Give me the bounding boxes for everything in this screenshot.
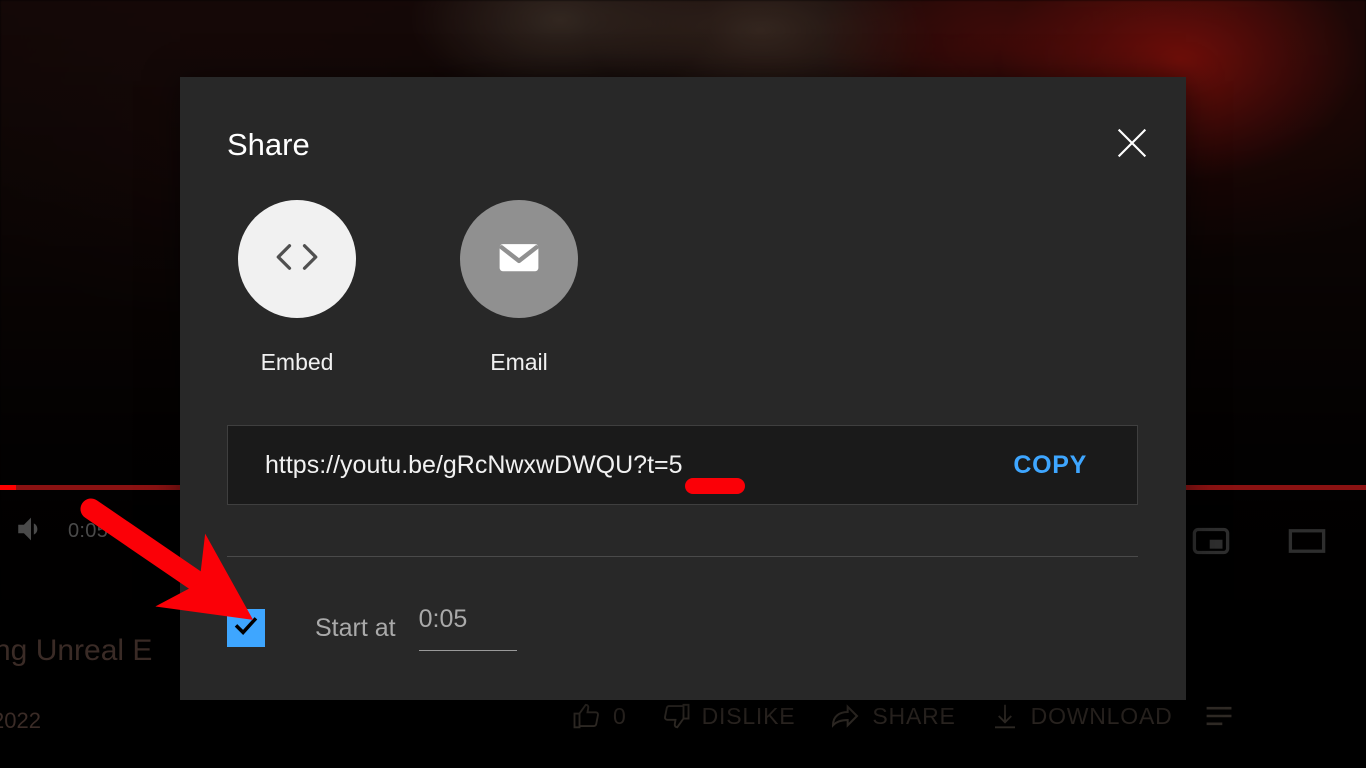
close-icon (1112, 123, 1152, 168)
share-url-value: https://youtu.be/gRcNwxwDWQU?t=5 (265, 450, 683, 479)
code-brackets-icon (267, 227, 327, 292)
download-icon (990, 701, 1020, 731)
video-action-bar: 0 DISLIKE SHARE DOWNLOAD (555, 700, 1238, 732)
email-label: Email (490, 349, 548, 375)
checkmark-icon (232, 612, 260, 645)
volume-icon[interactable] (14, 512, 48, 551)
share-url-field[interactable]: https://youtu.be/gRcNwxwDWQU?t=5 COPY (227, 425, 1138, 505)
player-controls-right (1188, 518, 1330, 569)
share-dialog: Share Embed Email https://youtu.be/gRcNw… (180, 77, 1186, 700)
miniplayer-icon[interactable] (1188, 518, 1234, 569)
video-title: ng Unreal E (0, 634, 153, 667)
email-circle (460, 200, 578, 318)
dislike-label: DISLIKE (701, 702, 796, 729)
copy-button[interactable]: COPY (1013, 451, 1087, 480)
start-at-checkbox[interactable] (227, 609, 265, 647)
save-to-playlist-button[interactable] (1190, 701, 1238, 731)
dialog-title: Share (227, 127, 310, 162)
start-at-label: Start at (315, 613, 396, 642)
embed-circle (238, 200, 356, 318)
save-to-playlist-icon (1204, 701, 1238, 731)
theater-mode-icon[interactable] (1284, 518, 1330, 569)
like-button[interactable]: 0 (555, 701, 644, 731)
embed-label: Embed (260, 349, 334, 375)
player-controls-left: 0:05 / (14, 512, 120, 551)
thumbs-down-icon (661, 701, 691, 731)
share-label: SHARE (872, 702, 956, 729)
like-count: 0 (613, 702, 627, 729)
time-display: 0:05 / (68, 520, 120, 542)
download-label: DOWNLOAD (1030, 702, 1173, 729)
dialog-divider (227, 556, 1138, 557)
share-button[interactable]: SHARE (812, 700, 972, 732)
dislike-button[interactable]: DISLIKE (644, 701, 813, 731)
download-button[interactable]: DOWNLOAD (973, 701, 1190, 731)
close-button[interactable] (1107, 120, 1157, 170)
video-publish-date: 2022 (0, 708, 41, 733)
progress-played (0, 485, 17, 490)
share-targets: Embed Email (238, 200, 578, 376)
start-at-row: Start at 0:05 (227, 605, 517, 651)
envelope-icon (488, 226, 550, 293)
start-at-time-input[interactable]: 0:05 (418, 605, 517, 651)
thumbs-up-icon (572, 701, 602, 731)
share-target-embed[interactable]: Embed (238, 200, 356, 376)
share-target-email[interactable]: Email (460, 200, 578, 376)
share-arrow-icon (829, 700, 861, 732)
